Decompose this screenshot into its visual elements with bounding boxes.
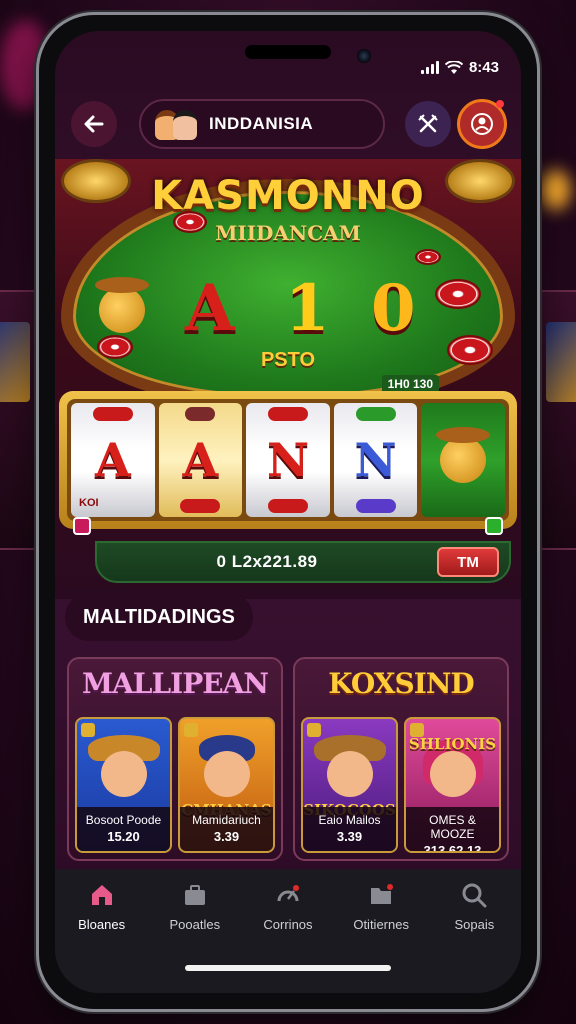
game-tile[interactable]: CMHANAS Mamidariuch 3.39	[178, 717, 275, 853]
hero-symbol: 1	[285, 271, 330, 346]
nav-item-sopais[interactable]: Sopais	[434, 879, 514, 932]
avatar-group	[155, 106, 199, 142]
swords-button[interactable]	[405, 101, 451, 147]
reel: N	[333, 403, 418, 517]
slot-reels: A KOI A N N	[59, 391, 517, 535]
game-tile[interactable]: SHLIONIS OMES & MOOZE 313.62.13	[404, 717, 501, 853]
nav-label: Bloanes	[78, 917, 126, 932]
nav-item-home[interactable]: Bloanes	[62, 879, 142, 932]
hero-symbol: A	[185, 271, 235, 346]
mascot-character	[436, 427, 491, 483]
arrow-left-icon	[84, 115, 104, 133]
tile-value: 3.39	[213, 829, 240, 844]
poker-chip	[415, 249, 441, 265]
hero-title: KASMONNO	[151, 173, 425, 219]
region-label: INDDANISIA	[209, 114, 314, 133]
tile-label: OMES & MOOZE	[429, 813, 476, 841]
game-tile[interactable]: Bosoot Poode 15.20	[75, 717, 172, 853]
reel: N	[246, 403, 330, 517]
notification-dot	[496, 100, 504, 108]
nav-item-corrinos[interactable]: Corrinos	[248, 879, 328, 932]
background-light	[540, 170, 570, 210]
background-slot-machine-right	[536, 290, 576, 550]
phone-frame: 8:43 INDDANISIA KASMONNO MIIDANCAM A 1 0…	[36, 12, 540, 1012]
nav-label: Sopais	[454, 917, 495, 932]
tile-value: 313.62.13	[423, 843, 482, 853]
game-tile[interactable]: SIKOCOOS Eaio Mailos 3.39	[301, 717, 398, 853]
speaker-notch	[245, 45, 331, 59]
folder-icon	[365, 879, 397, 911]
poker-chip	[435, 279, 481, 309]
back-button[interactable]	[71, 101, 117, 147]
balance-bar: 0 L2x221.89 TM	[95, 541, 511, 583]
character-face	[429, 751, 476, 797]
top-app-bar: INDDANISIA	[65, 97, 511, 153]
wifi-icon	[444, 60, 463, 74]
tm-button[interactable]: TM	[437, 547, 499, 577]
gem-icon	[73, 517, 91, 535]
reel-caption: KOI	[79, 497, 99, 509]
character-face	[203, 751, 250, 797]
home-indicator[interactable]	[185, 965, 391, 971]
signal-icon	[420, 61, 439, 74]
briefcase-icon	[179, 879, 211, 911]
profile-button[interactable]	[457, 99, 507, 149]
bottom-navigation: Bloanes Pooatles Corrinos Otitiernes Sop…	[55, 869, 521, 993]
tile-name: SHLIONIS	[408, 735, 497, 753]
status-time: 8:43	[468, 59, 499, 76]
reel-symbol: N	[354, 433, 397, 487]
poker-chip	[447, 335, 493, 365]
section-title: MALTIDADINGS	[65, 593, 253, 641]
background-slot-machine-left	[0, 290, 40, 550]
region-selector[interactable]: INDDANISIA	[139, 99, 385, 149]
game-cards: MALLIPEAN Bosoot Poode 15.20 Mamidariuch…	[67, 657, 509, 861]
character-face	[326, 751, 373, 797]
character-face	[100, 751, 147, 797]
nav-label: Otitiernes	[353, 917, 409, 932]
app-screen: 8:43 INDDANISIA KASMONNO MIIDANCAM A 1 0…	[55, 31, 521, 993]
home-icon	[86, 879, 118, 911]
poker-chip	[97, 335, 133, 359]
card-title: MALLIPEAN	[82, 667, 269, 700]
reel-symbol: A	[182, 433, 219, 487]
hero-symbol: 0	[371, 271, 416, 346]
reel-symbol: N	[266, 433, 309, 487]
tile-label: Bosoot Poode	[85, 813, 162, 827]
game-card[interactable]: KOXSIND SIKOCOOS Eaio Mailos 3.39	[293, 657, 509, 861]
avatar	[173, 110, 197, 140]
game-card[interactable]: MALLIPEAN Bosoot Poode 15.20 Mamidariuch…	[67, 657, 283, 861]
status-bar: 8:43	[55, 31, 521, 83]
gem-icon	[485, 517, 503, 535]
user-badge-icon	[471, 113, 493, 135]
mascot-character	[95, 277, 149, 333]
reel	[421, 403, 505, 517]
status-indicators: 8:43	[420, 59, 499, 76]
balance-value: 0 L2x221.89	[216, 552, 318, 571]
nav-label: Corrinos	[263, 917, 313, 932]
tile-value: 15.20	[107, 829, 140, 844]
hero-subtitle: MIIDANCAM	[215, 221, 361, 245]
nav-item-pooatles[interactable]: Pooatles	[155, 879, 235, 932]
reel-symbol: A	[94, 433, 131, 487]
tile-label: Eaio Mailos	[318, 813, 381, 827]
tile-value: 3.39	[336, 829, 363, 844]
reel: A KOI	[71, 403, 155, 517]
poker-chip	[173, 211, 207, 233]
card-title: KOXSIND	[328, 667, 474, 700]
tile-label: Mamidariuch	[192, 813, 261, 827]
nav-label: Pooatles	[169, 917, 221, 932]
reel: A	[158, 403, 243, 517]
search-icon	[458, 879, 490, 911]
front-camera	[357, 49, 371, 63]
cross-swords-icon	[418, 114, 438, 133]
gauge-icon	[272, 879, 304, 911]
nav-item-otitiernes[interactable]: Otitiernes	[341, 879, 421, 932]
hero-banner[interactable]: KASMONNO MIIDANCAM A 1 0 PSTO 1H0 130 A …	[55, 159, 521, 599]
